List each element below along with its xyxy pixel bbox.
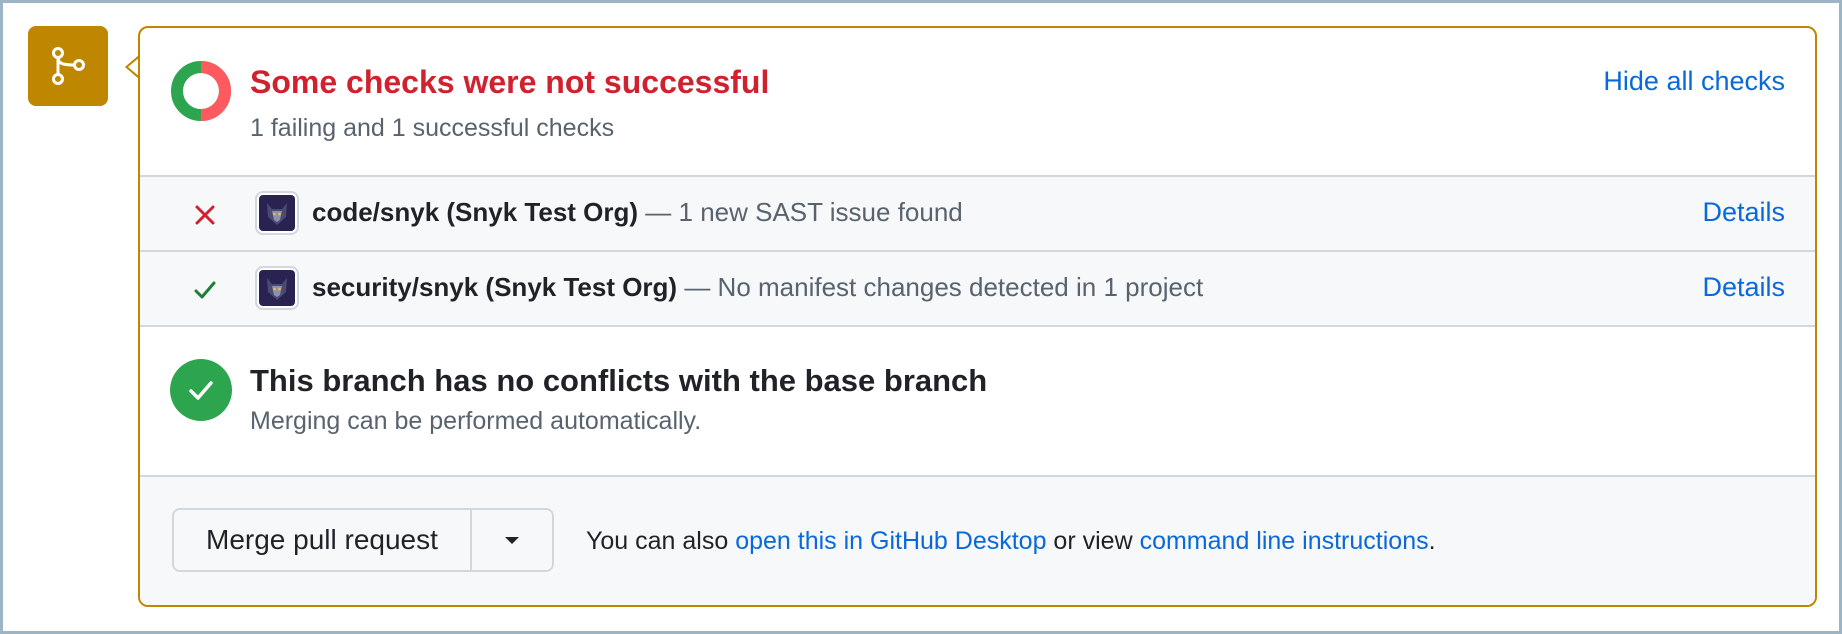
command-line-instructions-link[interactable]: command line instructions — [1140, 527, 1429, 555]
check-description: — 1 new SAST issue found — [638, 197, 963, 227]
conflicts-title: This branch has no conflicts with the ba… — [250, 363, 988, 398]
check-text: security/snyk (Snyk Test Org) — No manif… — [312, 272, 1203, 303]
check-name: security/snyk (Snyk Test Org) — [312, 272, 678, 302]
git-branch-icon — [28, 26, 108, 106]
merge-section: Merge pull request You can also open thi… — [140, 477, 1815, 605]
merge-pull-request-button[interactable]: Merge pull request — [174, 510, 472, 570]
merge-box-panel: Some checks were not successful 1 failin… — [138, 26, 1817, 607]
check-icon — [194, 281, 216, 299]
conflicts-section: This branch has no conflicts with the ba… — [140, 327, 1815, 477]
merge-note-prefix: You can also — [586, 527, 736, 555]
partial-status-donut-icon — [171, 61, 231, 121]
x-icon — [195, 205, 215, 225]
conflicts-subtitle: Merging can be performed automatically. — [250, 407, 702, 435]
hide-all-checks-link[interactable]: Hide all checks — [1603, 66, 1785, 97]
check-row-security-snyk: security/snyk (Snyk Test Org) — No manif… — [140, 252, 1815, 327]
snyk-avatar-icon — [255, 266, 299, 310]
merge-button-group: Merge pull request — [172, 508, 554, 572]
merge-options-dropdown[interactable] — [471, 510, 552, 570]
check-name: code/snyk (Snyk Test Org) — [312, 197, 639, 227]
open-github-desktop-link[interactable]: open this in GitHub Desktop — [735, 527, 1046, 555]
checks-header: Some checks were not successful 1 failin… — [140, 28, 1815, 177]
triangle-down-icon — [504, 537, 519, 544]
details-link-code-snyk[interactable]: Details — [1702, 197, 1785, 228]
check-text: code/snyk (Snyk Test Org) — 1 new SAST i… — [312, 197, 963, 228]
details-link-security-snyk[interactable]: Details — [1702, 272, 1785, 303]
snyk-avatar-icon — [255, 191, 299, 235]
merge-note-suffix: . — [1428, 527, 1436, 555]
merge-note: You can also open this in GitHub Desktop… — [586, 527, 1436, 556]
check-circle-icon — [170, 359, 232, 421]
checks-subtitle: 1 failing and 1 successful checks — [250, 114, 615, 142]
checks-title: Some checks were not successful — [250, 64, 770, 100]
merge-note-middle: or view — [1046, 527, 1140, 555]
check-description: — No manifest changes detected in 1 proj… — [677, 272, 1204, 302]
check-row-code-snyk: code/snyk (Snyk Test Org) — 1 new SAST i… — [140, 177, 1815, 252]
